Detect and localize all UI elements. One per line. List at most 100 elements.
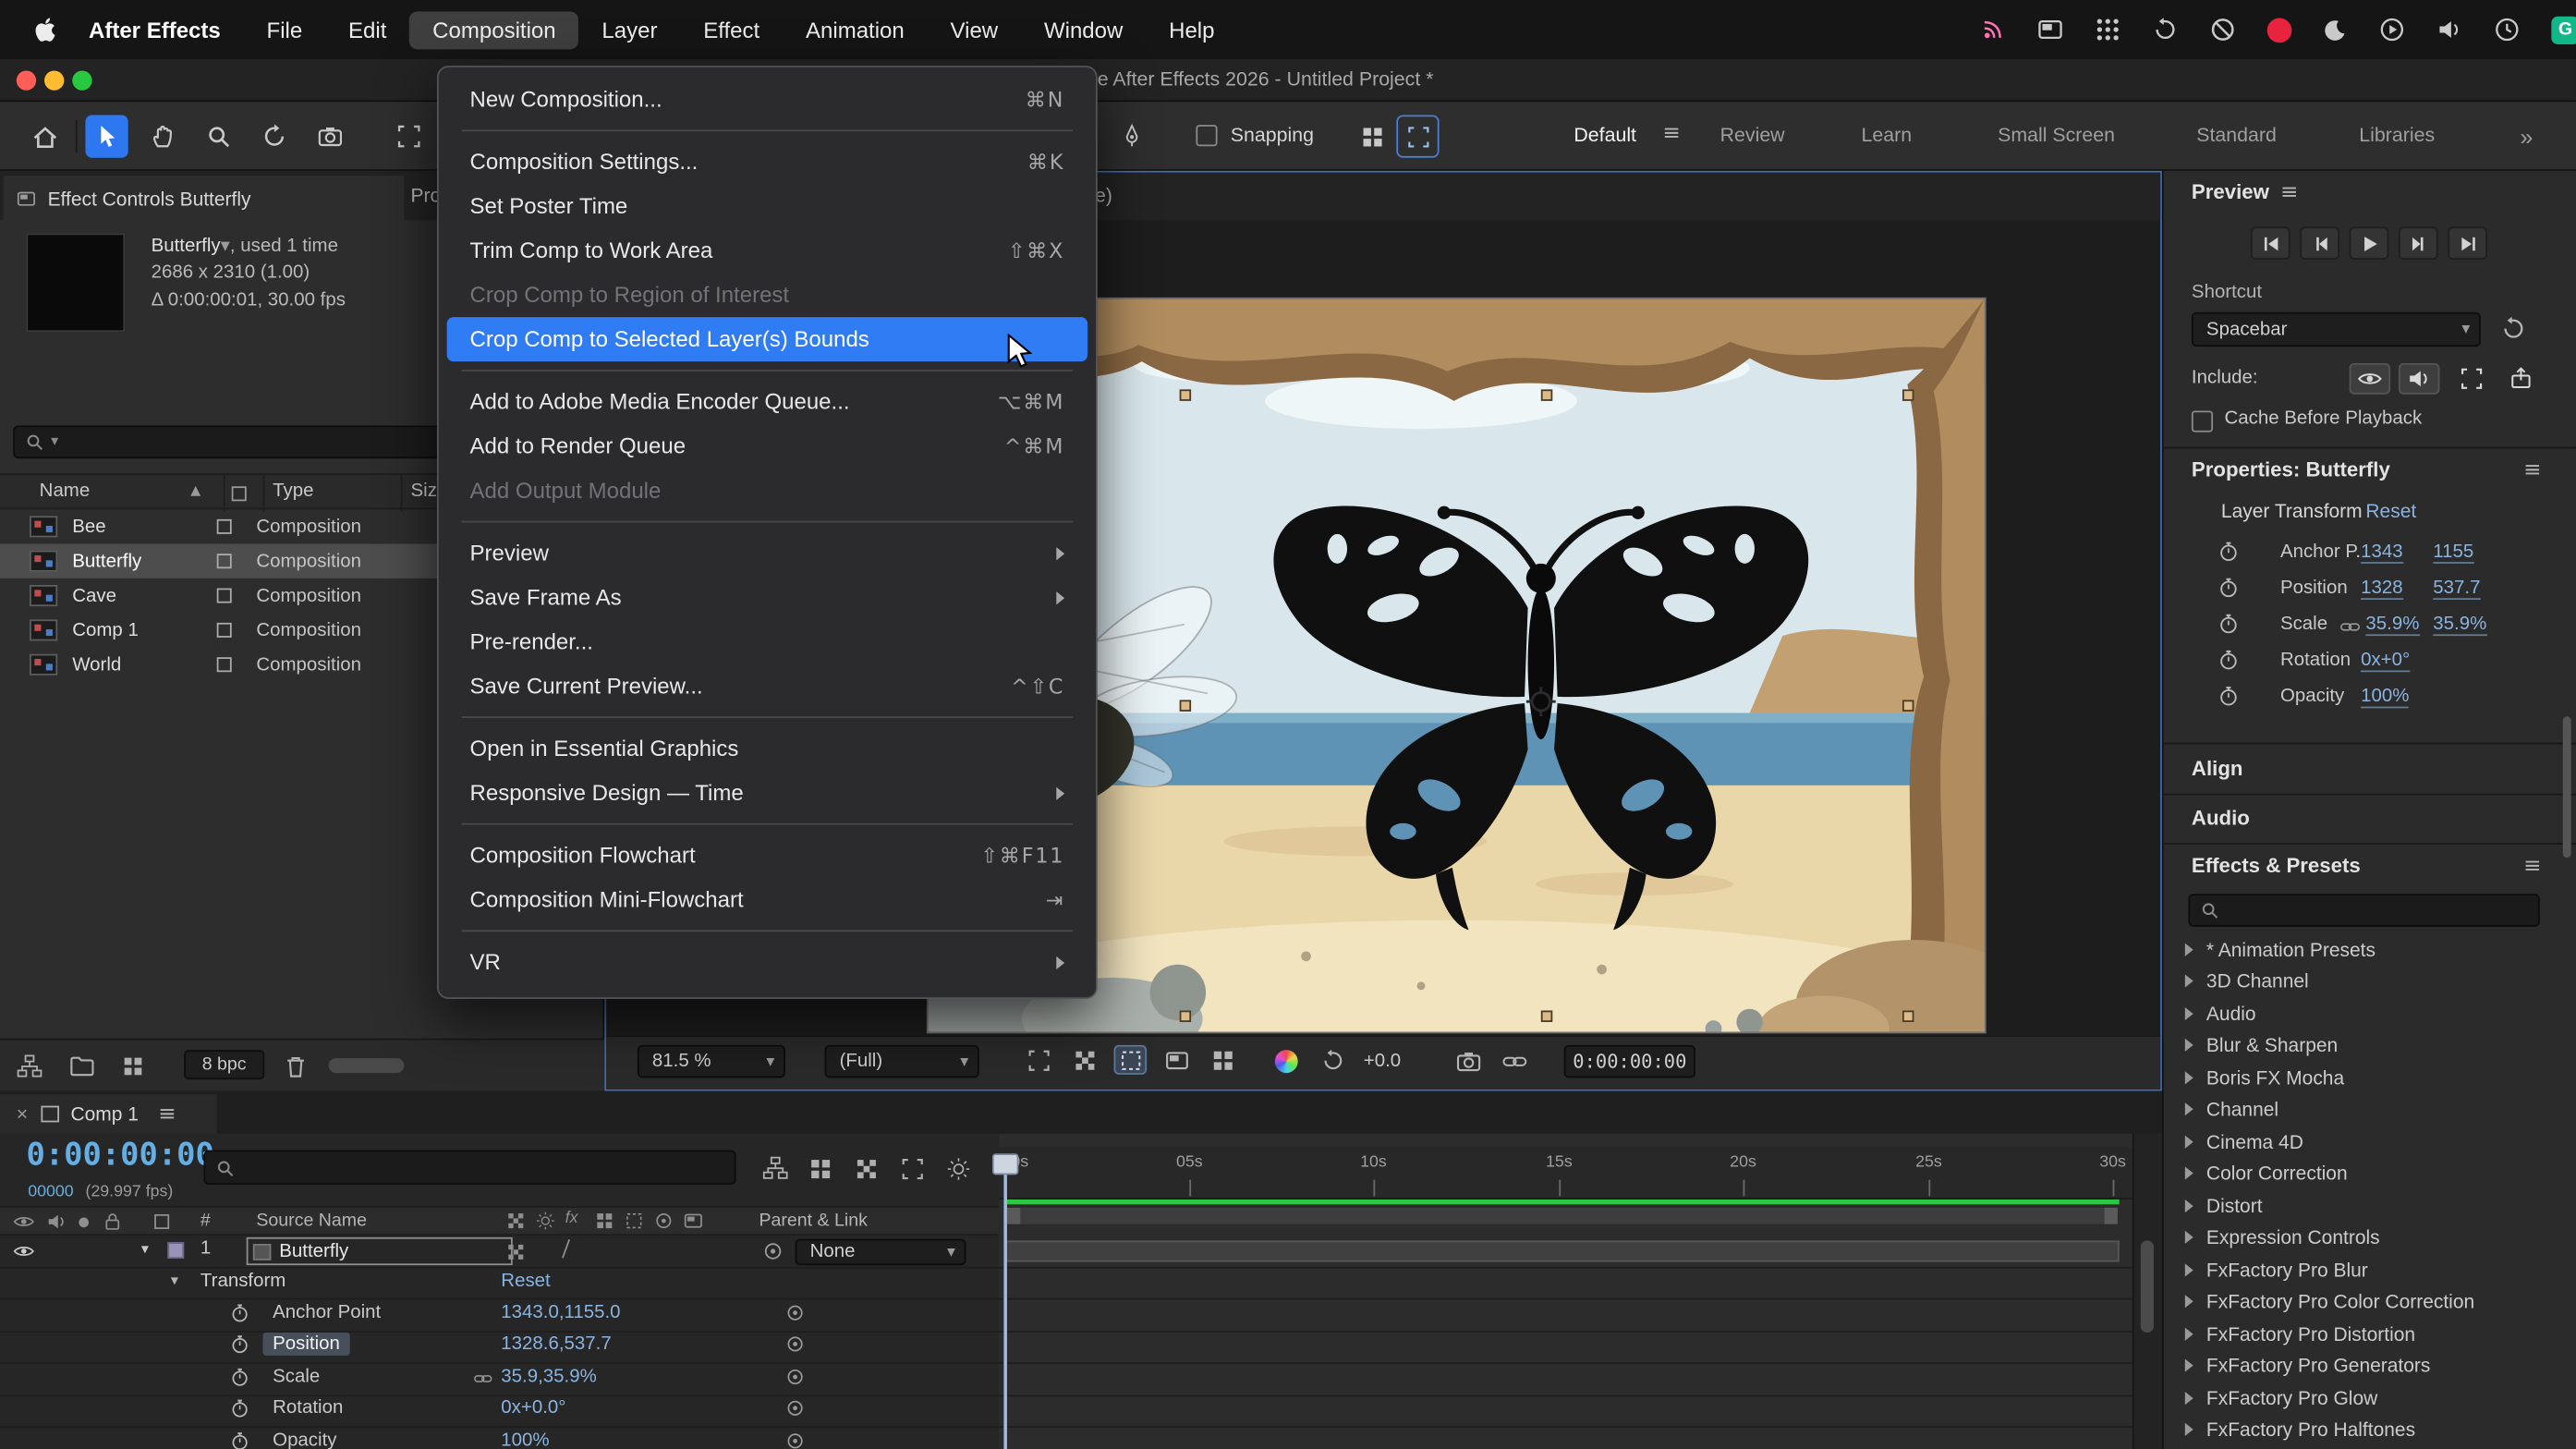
anchor-x-value[interactable]: 1343	[2361, 542, 2403, 564]
expander-icon[interactable]	[2185, 1199, 2193, 1212]
bit-depth-button[interactable]: 8 bpc	[184, 1050, 264, 1079]
stopwatch-icon[interactable]	[230, 1398, 249, 1418]
position-y-value[interactable]: 537.7	[2433, 578, 2480, 600]
scale-y-value[interactable]: 35.9%	[2433, 615, 2486, 636]
opacity-property-value[interactable]: 100%	[501, 1431, 549, 1449]
menu-item-preview[interactable]: Preview	[447, 530, 1088, 575]
region-capture-icon[interactable]	[1396, 115, 1439, 157]
selection-handle[interactable]	[1180, 700, 1191, 711]
effects-item-color-correction[interactable]: Color Correction	[2172, 1158, 2563, 1190]
expander-icon[interactable]	[2185, 1071, 2193, 1084]
label-swatch[interactable]	[217, 554, 232, 568]
expander-icon[interactable]	[2185, 1103, 2193, 1116]
reset-shortcut-icon[interactable]	[2500, 315, 2526, 341]
stopwatch-icon[interactable]	[230, 1367, 249, 1386]
column-type[interactable]: Type	[273, 481, 313, 501]
frame-counter[interactable]: 00000	[28, 1183, 73, 1201]
preview-panel-menu-icon[interactable]: ≡	[2280, 181, 2298, 206]
menu-item-save-frame-as[interactable]: Save Frame As	[447, 575, 1088, 619]
clock-icon[interactable]	[2494, 17, 2520, 43]
label-swatch[interactable]	[217, 519, 232, 534]
menu-item-trim-comp-to-work-area[interactable]: Trim Comp to Work Area⇧⌘X	[447, 228, 1088, 273]
expander-icon[interactable]	[2185, 1039, 2193, 1052]
menu-item-add-to-adobe-media-encoder-queue[interactable]: Add to Adobe Media Encoder Queue...⌥⌘M	[447, 380, 1088, 424]
resolution-select[interactable]: (Full) ▾	[825, 1045, 979, 1078]
label-swatch[interactable]	[217, 623, 232, 638]
menu-effect[interactable]: Effect	[680, 11, 783, 49]
timeline-scrollbar[interactable]	[2141, 1240, 2154, 1333]
tab-effect-controls[interactable]: Effect Controls Butterfly	[4, 176, 405, 220]
motion-path-icon[interactable]	[1351, 115, 1393, 157]
effects-item-channel[interactable]: Channel	[2172, 1093, 2563, 1126]
menu-help[interactable]: Help	[1146, 11, 1237, 49]
menu-composition[interactable]: Composition	[409, 11, 578, 49]
play-button[interactable]	[2350, 226, 2389, 260]
crop-options-icon[interactable]	[1206, 1045, 1239, 1075]
workspace-overflow-chevron[interactable]: »	[2521, 123, 2533, 149]
workspace-tab-default[interactable]: Default	[1574, 123, 1636, 146]
app-menu-title[interactable]: After Effects	[66, 11, 244, 49]
frame-blend-switch-icon[interactable]	[595, 1211, 614, 1230]
expander-icon[interactable]	[2185, 1167, 2193, 1180]
menu-window[interactable]: Window	[1021, 11, 1146, 49]
timeline-search-input[interactable]	[203, 1151, 735, 1185]
camera-tool[interactable]	[309, 115, 351, 157]
anchor-point-property-value[interactable]: 1343.0,1155.0	[501, 1303, 620, 1322]
transform-group-label[interactable]: Transform	[200, 1272, 286, 1291]
stopwatch-icon[interactable]	[2218, 577, 2239, 598]
label-swatch[interactable]	[217, 589, 232, 603]
menu-item-composition-flowchart[interactable]: Composition Flowchart⇧⌘F11	[447, 833, 1088, 877]
exposure-value[interactable]: +0.0	[1364, 1052, 1401, 1071]
position-x-value[interactable]: 1328	[2361, 578, 2403, 600]
menu-edit[interactable]: Edit	[325, 11, 409, 49]
playhead-line[interactable]	[1003, 1157, 1007, 1449]
av-features-switch-icon[interactable]	[506, 1211, 526, 1230]
current-timecode[interactable]: 0:00:00:00	[26, 1137, 213, 1173]
menu-item-new-composition[interactable]: New Composition...⌘N	[447, 78, 1088, 122]
pen-tool[interactable]	[1111, 115, 1153, 157]
expander-icon[interactable]	[2185, 1296, 2193, 1309]
zoom-window-button[interactable]	[72, 70, 91, 90]
region-of-interest-icon[interactable]	[1022, 1045, 1055, 1075]
column-size[interactable]: Siz	[411, 481, 437, 501]
footer-scrollbar[interactable]	[329, 1058, 405, 1073]
link-dimensions-icon[interactable]	[2339, 616, 2361, 638]
parent-pickwhip-icon[interactable]	[762, 1240, 784, 1261]
rotation-value[interactable]: 0x+0°	[2361, 651, 2410, 672]
lock-column-icon[interactable]	[102, 1211, 123, 1232]
menu-item-set-poster-time[interactable]: Set Poster Time	[447, 184, 1088, 228]
expander-icon[interactable]	[2185, 1231, 2193, 1244]
channel-wheel-icon[interactable]	[1275, 1050, 1298, 1073]
property-pickwhip-icon[interactable]	[785, 1334, 805, 1354]
effects-item-distort[interactable]: Distort	[2172, 1189, 2563, 1222]
rotate-tool[interactable]	[253, 115, 296, 157]
motion-blur-icon[interactable]	[946, 1157, 971, 1182]
footage-name-caret[interactable]: ▾	[221, 233, 230, 256]
layer-color-swatch[interactable]	[167, 1242, 184, 1259]
right-panel-scrollbar[interactable]	[2563, 716, 2571, 858]
include-render-icon[interactable]	[2500, 363, 2541, 395]
effects-item-3d-channel[interactable]: 3D Channel	[2172, 966, 2563, 998]
footage-name[interactable]: Butterfly	[152, 237, 221, 256]
menu-item-save-current-preview[interactable]: Save Current Preview...^⇧C	[447, 664, 1088, 708]
last-frame-button[interactable]	[2448, 226, 2487, 260]
layer-duration-bar[interactable]	[1005, 1240, 2120, 1261]
position-property-value[interactable]: 1328.6,537.7	[501, 1334, 611, 1354]
hand-tool[interactable]	[141, 115, 184, 157]
exposure-reset-icon[interactable]	[1321, 1048, 1346, 1073]
expander-icon[interactable]	[2185, 1392, 2193, 1405]
effects-item-fxfactory-pro-glow[interactable]: FxFactory Pro Glow	[2172, 1382, 2563, 1414]
volume-icon[interactable]	[2436, 17, 2462, 43]
layer-name-field[interactable]: Butterfly	[247, 1237, 513, 1265]
align-panel-title[interactable]: Align	[2192, 758, 2243, 781]
anchor-y-value[interactable]: 1155	[2433, 542, 2473, 564]
viewer-timecode[interactable]: 0:00:00:00	[1564, 1045, 1695, 1078]
layer-number-column[interactable]: #	[200, 1211, 211, 1230]
selection-handle[interactable]	[1541, 1011, 1552, 1022]
next-frame-button[interactable]	[2399, 226, 2438, 260]
selection-handle[interactable]	[1902, 389, 1914, 400]
menu-item-add-to-render-queue[interactable]: Add to Render Queue^⌘M	[447, 424, 1088, 469]
cube-3d-switch-icon[interactable]	[684, 1211, 703, 1230]
effects-item-fxfactory-pro-blur[interactable]: FxFactory Pro Blur	[2172, 1254, 2563, 1286]
effects-item-cinema-4d[interactable]: Cinema 4D	[2172, 1126, 2563, 1158]
